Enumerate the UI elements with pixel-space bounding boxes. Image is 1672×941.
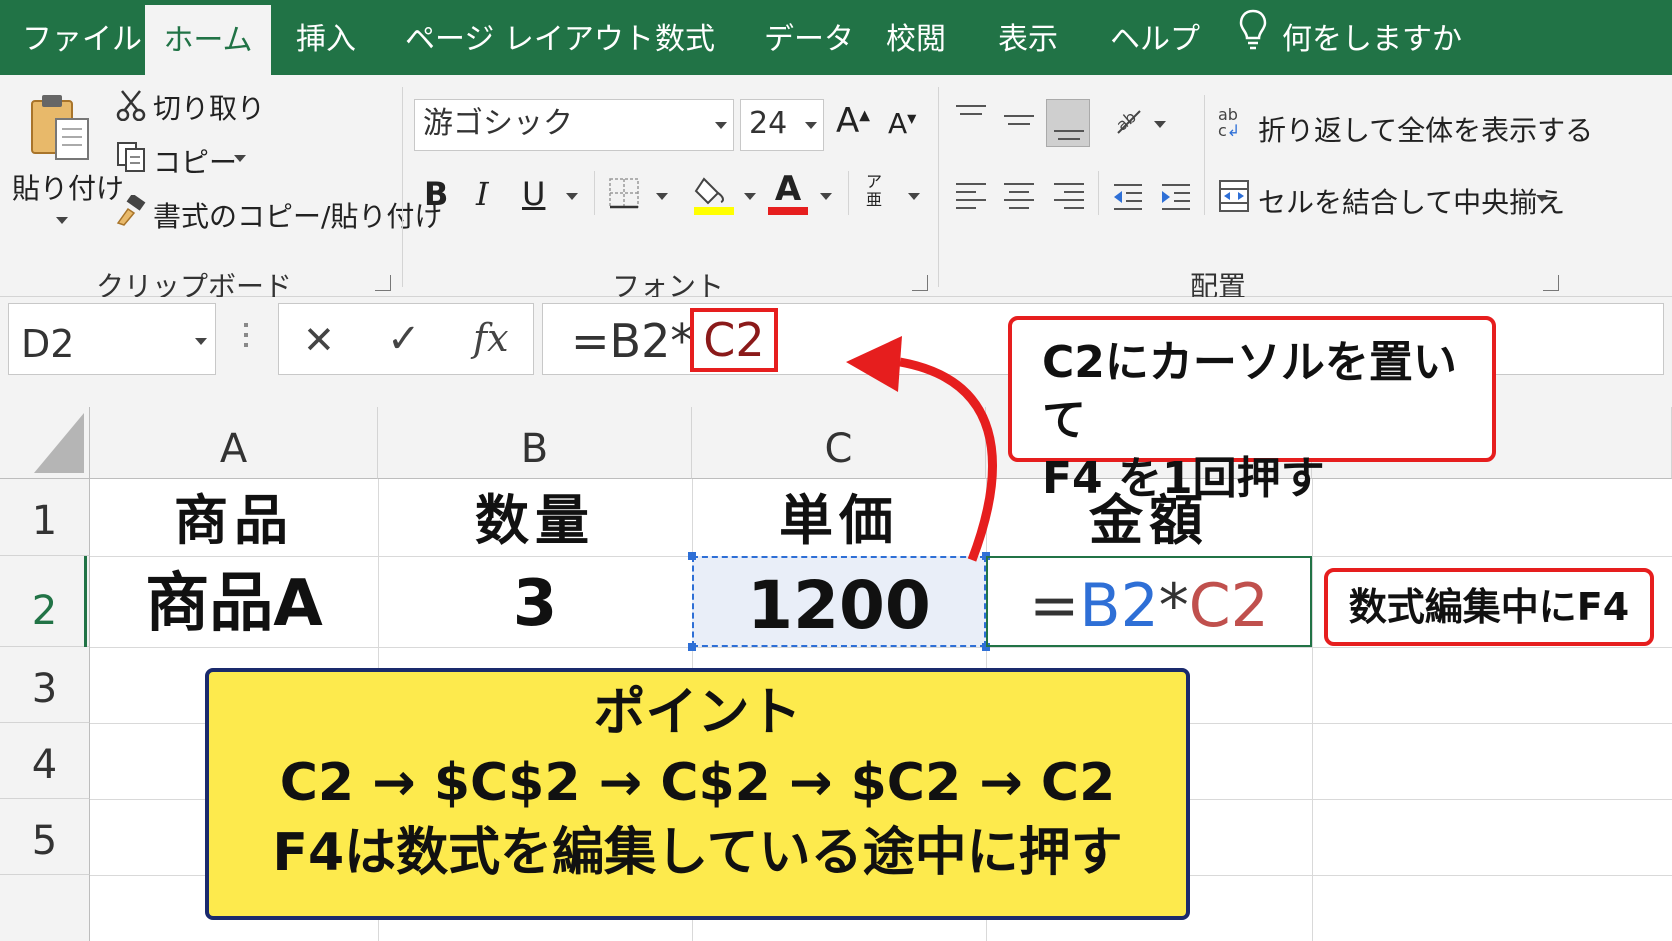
point-note: F4は数式を編集している途中に押す	[272, 823, 1123, 883]
point-title: ポイント	[593, 683, 802, 743]
point-sequence: C2 → $C$2 → C$2 → $C2 → C2	[279, 753, 1116, 813]
point-callout: ポイント C2 → $C$2 → C$2 → $C2 → C2 F4は数式を編集…	[205, 668, 1190, 920]
callout-side: 数式編集中にF4	[1324, 568, 1654, 646]
